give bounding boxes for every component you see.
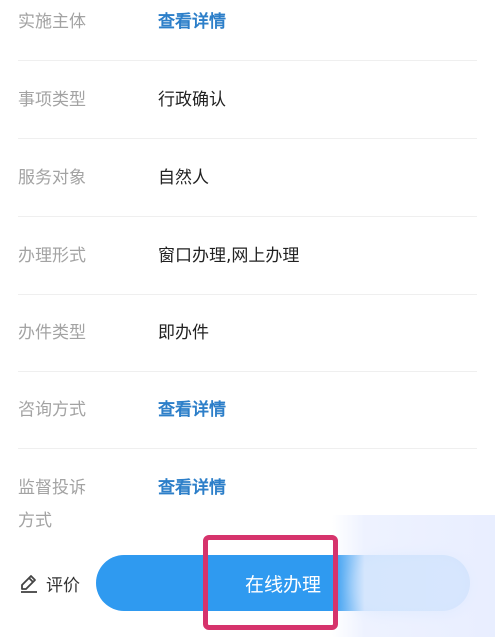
row-value: 窗口办理,网上办理: [158, 246, 300, 266]
view-details-link[interactable]: 查看详情: [158, 473, 226, 503]
divider: [18, 371, 477, 372]
view-details-link[interactable]: 查看详情: [158, 7, 226, 37]
row-value: 即办件: [158, 323, 209, 343]
row-label: 服务对象: [18, 168, 86, 188]
divider: [18, 294, 477, 295]
online-handling-label: 在线办理: [244, 574, 321, 596]
online-handling-button[interactable]: 在线办理: [96, 555, 470, 611]
divider: [18, 138, 477, 139]
view-details-link[interactable]: 查看详情: [158, 395, 226, 425]
pencil-icon: [18, 572, 40, 594]
row-value: 行政确认: [158, 90, 226, 110]
divider: [18, 448, 477, 449]
divider: [18, 216, 477, 217]
evaluate-button[interactable]: 评价: [18, 567, 80, 599]
divider: [18, 60, 477, 61]
row-label: 实施主体: [18, 12, 86, 32]
row-value: 自然人: [158, 168, 209, 188]
row-label: 办件类型: [18, 323, 86, 343]
row-label: 办理形式: [18, 246, 86, 266]
bottom-action-bar: 评价 在线办理: [0, 545, 495, 625]
row-label-line1: 监督投诉: [18, 478, 86, 498]
evaluate-label: 评价: [46, 575, 80, 596]
row-label: 咨询方式: [18, 400, 86, 420]
row-label: 事项类型: [18, 90, 86, 110]
row-label-line2: 方式: [18, 511, 52, 531]
